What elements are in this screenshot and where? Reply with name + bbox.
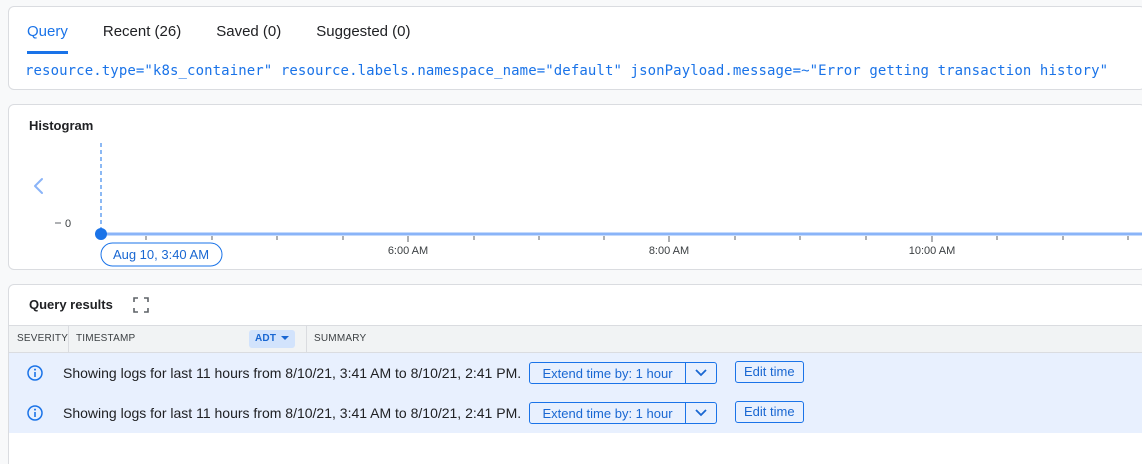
tab-suggested[interactable]: Suggested (0) [316, 7, 410, 51]
chevron-left-icon[interactable] [34, 178, 43, 194]
column-timestamp[interactable]: TIMESTAMP [76, 326, 135, 352]
results-column-header: SEVERITY TIMESTAMP ADT SUMMARY [9, 325, 1142, 353]
query-tabs: Query Recent (26) Saved (0) Suggested (0… [9, 7, 411, 54]
timezone-dropdown[interactable]: ADT [249, 330, 296, 348]
info-row: Showing logs for last 11 hours from 8/10… [9, 393, 1142, 433]
tab-query[interactable]: Query [27, 7, 68, 54]
x-tick-label: 6:00 AM [388, 245, 428, 257]
chevron-down-icon [695, 409, 707, 417]
caret-down-icon [281, 336, 290, 341]
cursor-label-chip[interactable]: Aug 10, 3:40 AM [100, 242, 223, 267]
cursor-point[interactable] [95, 228, 107, 240]
timezone-label: ADT [255, 333, 277, 344]
edit-time-button[interactable]: Edit time [735, 361, 804, 383]
histogram-panel: Histogram 0 Aug 10, 3:40 AM 6:00 AM 8:00… [8, 104, 1142, 270]
query-panel: Query Recent (26) Saved (0) Suggested (0… [8, 6, 1142, 90]
extend-time-button[interactable]: Extend time by: 1 hour [530, 363, 685, 383]
info-row: Showing logs for last 11 hours from 8/10… [9, 353, 1142, 393]
cursor-label-text: Aug 10, 3:40 AM [113, 247, 209, 262]
extend-time-split-button: Extend time by: 1 hour [529, 402, 717, 424]
extend-time-split-button: Extend time by: 1 hour [529, 362, 717, 384]
tab-recent[interactable]: Recent (26) [103, 7, 181, 51]
x-tick-label: 8:00 AM [649, 245, 689, 257]
edit-time-button[interactable]: Edit time [735, 401, 804, 423]
info-icon [27, 365, 43, 381]
query-results-panel: Query results SEVERITY TIMESTAMP ADT SUM… [8, 284, 1142, 464]
info-message: Showing logs for last 11 hours from 8/10… [63, 405, 522, 421]
extend-time-dropdown[interactable] [686, 403, 716, 423]
info-message: Showing logs for last 11 hours from 8/10… [63, 365, 522, 381]
column-summary[interactable]: SUMMARY [314, 326, 366, 352]
query-results-title: Query results [29, 297, 113, 312]
column-divider [306, 326, 307, 352]
y-tick-label: 0 [65, 218, 71, 230]
info-icon [27, 405, 43, 421]
extend-time-dropdown[interactable] [686, 363, 716, 383]
x-tick-label: 10:00 AM [909, 245, 955, 257]
column-divider [68, 326, 69, 352]
x-axis-ticks [145, 236, 1129, 242]
fullscreen-icon[interactable] [133, 297, 149, 313]
chevron-down-icon [695, 369, 707, 377]
query-editor[interactable]: resource.type="k8s_container" resource.l… [25, 63, 1108, 79]
histogram-chart[interactable]: 0 Aug 10, 3:40 AM 6:00 AM 8:00 AM 10:00 … [9, 105, 1142, 271]
tab-saved[interactable]: Saved (0) [216, 7, 281, 51]
column-severity[interactable]: SEVERITY [17, 326, 68, 352]
extend-time-button[interactable]: Extend time by: 1 hour [530, 403, 685, 423]
